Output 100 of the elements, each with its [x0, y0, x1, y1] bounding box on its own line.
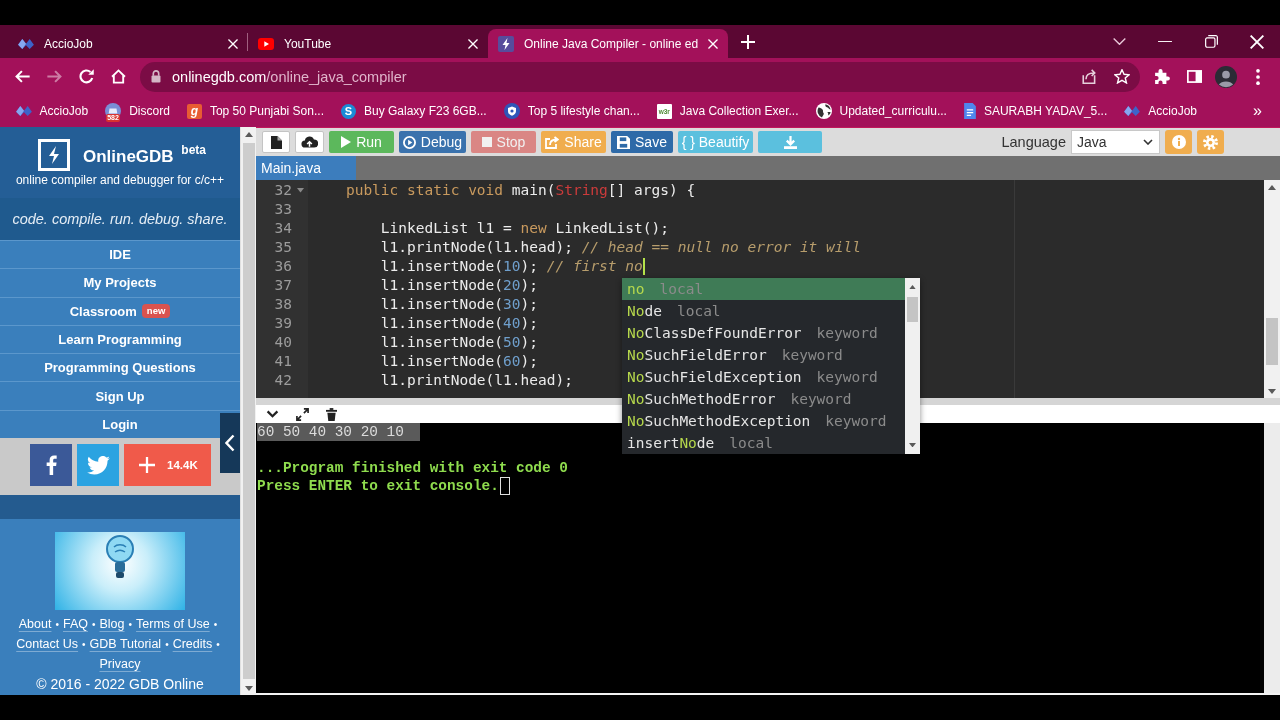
suggestion-item[interactable]: no local [622, 278, 905, 300]
share-count-button[interactable]: 14.4K [124, 444, 211, 487]
bookmark-item[interactable]: Updated_curriculu... [807, 98, 956, 124]
letter-icon: g [186, 103, 202, 119]
footer-link[interactable]: Blog [99, 617, 125, 632]
browser-tab[interactable]: YouTube [248, 29, 488, 58]
trash-icon[interactable] [326, 407, 337, 421]
suggestion-item[interactable]: NoSuchMethodException keyword [622, 410, 905, 432]
browser-tab[interactable]: AccioJob [8, 29, 248, 58]
menu-icon[interactable] [1256, 68, 1260, 85]
share-icon[interactable] [1082, 69, 1097, 84]
footer-link[interactable]: Privacy [99, 657, 141, 672]
scrollbar-thumb[interactable] [242, 143, 255, 679]
suggestion-item[interactable]: insertNode local [622, 432, 905, 454]
new-tab-icon[interactable] [741, 34, 755, 49]
nav-link[interactable]: Learn Programming [58, 332, 182, 348]
suggestion-type: keyword [825, 413, 887, 429]
address-bar[interactable]: onlinegdb.com/online_java_compiler [140, 61, 1140, 92]
globe-icon [815, 103, 832, 119]
scroll-up-icon[interactable] [244, 131, 253, 137]
language-select[interactable]: Java [1071, 130, 1160, 154]
more-bookmarks-button[interactable]: » [1253, 102, 1262, 120]
suggestion-type: local [729, 435, 773, 451]
bookmark-item[interactable]: S Buy Galaxy F23 6GB... [332, 98, 496, 124]
site-title: OnlineGDB $^{beta}$ [82, 143, 207, 167]
bookmark-item[interactable]: AccioJob [7, 98, 97, 124]
footer-link[interactable]: GDB Tutorial [89, 637, 162, 652]
suggestion-item[interactable]: NoSuchFieldException keyword [622, 366, 905, 388]
twitter-button[interactable] [77, 444, 119, 487]
close-icon[interactable] [468, 38, 478, 49]
avatar-icon[interactable] [1215, 65, 1237, 88]
scroll-up-icon[interactable] [909, 284, 916, 290]
suggestion-type: keyword [816, 325, 878, 341]
link-separator: • [92, 618, 96, 630]
new-file-button[interactable] [262, 131, 290, 153]
nav-link[interactable]: Classroom new [69, 303, 171, 319]
info-icon [1171, 135, 1186, 149]
nav-link[interactable]: My Projects [83, 275, 157, 291]
nav-link[interactable]: Sign Up [95, 388, 145, 404]
bookmark-item[interactable]: g Top 50 Punjabi Son... [178, 98, 333, 124]
lightning-icon [498, 35, 514, 52]
suggestion-name: NoSuchMethodError [627, 391, 776, 407]
restore-icon[interactable] [1204, 35, 1218, 48]
nav-link[interactable]: Programming Questions [44, 360, 196, 376]
scroll-down-icon[interactable] [244, 685, 253, 691]
bookmark-item[interactable]: AccioJob [1115, 98, 1206, 124]
scrollbar-thumb[interactable] [907, 297, 918, 322]
scroll-down-icon[interactable] [1268, 388, 1276, 394]
close-icon[interactable] [708, 38, 718, 49]
close-icon[interactable] [1250, 34, 1264, 49]
scroll-down-icon[interactable] [909, 442, 916, 448]
home-icon[interactable] [110, 69, 126, 84]
suggestion-item[interactable]: NoSuchFieldError keyword [622, 344, 905, 366]
lightning-logo-icon[interactable] [37, 139, 70, 171]
nav-link[interactable]: IDE [109, 247, 131, 263]
url-text: onlinegdb.com/online_java_compiler [172, 68, 408, 85]
bookmark-star-icon[interactable] [1114, 69, 1130, 84]
suggestion-item[interactable]: Node local [622, 300, 905, 322]
facebook-button[interactable] [30, 444, 72, 487]
save-button[interactable]: Save [611, 131, 673, 153]
circle-play-icon [402, 135, 416, 149]
nav-link[interactable]: Login [102, 416, 138, 432]
expand-icon[interactable] [296, 407, 309, 421]
bookmark-item[interactable]: SAURABH YADAV_5... [955, 98, 1116, 124]
file-tab[interactable]: Main.java [256, 156, 356, 180]
settings-icon [1203, 134, 1218, 150]
suggestion-item[interactable]: NoClassDefFoundError keyword [622, 322, 905, 344]
footer-link[interactable]: FAQ [62, 617, 88, 632]
code-line: public static void main(String[] args) { [345, 181, 696, 200]
suggestion-name: NoSuchMethodException [627, 413, 811, 429]
ad-image-placeholder[interactable] [55, 532, 185, 611]
scrollbar-thumb[interactable] [1266, 318, 1278, 365]
share-icon [545, 135, 560, 149]
debug-button[interactable]: Debug [399, 131, 466, 153]
side-panel-icon[interactable] [1186, 70, 1202, 83]
line-number: 36 [274, 257, 292, 276]
line-number: 32 [274, 181, 292, 200]
line-number: 35 [274, 238, 292, 257]
collapse-sidebar-button[interactable] [220, 413, 240, 473]
footer-link[interactable]: Contact Us [16, 637, 79, 652]
chevron-down-icon[interactable] [266, 410, 279, 418]
puzzle-piece-icon[interactable] [1154, 69, 1170, 84]
scroll-up-icon[interactable] [1268, 184, 1276, 190]
fold-arrow-icon[interactable] [296, 188, 304, 193]
close-icon[interactable] [228, 38, 238, 49]
footer-link[interactable]: Credits [172, 637, 213, 652]
upload-button[interactable] [295, 131, 324, 153]
footer-link[interactable]: Terms of Use [136, 617, 210, 632]
footer-link[interactable]: About [18, 617, 52, 632]
document-icon [963, 103, 976, 119]
browser-tab[interactable]: Online Java Compiler - online ed [488, 29, 728, 58]
play-logo-icon [258, 37, 274, 50]
link-separator: • [165, 638, 169, 650]
back-arrow-icon[interactable] [14, 70, 30, 83]
bookmark-item[interactable]: Top 5 lifestyle chan... [495, 98, 649, 124]
code-line: l1.printNode(l1.head); [380, 371, 573, 390]
suggestion-item[interactable]: NoSuchMethodError keyword [622, 388, 905, 410]
code-line: l1.insertNode(20); [380, 276, 538, 295]
minimize-icon[interactable] [1158, 40, 1172, 43]
reload-icon[interactable] [78, 69, 94, 84]
